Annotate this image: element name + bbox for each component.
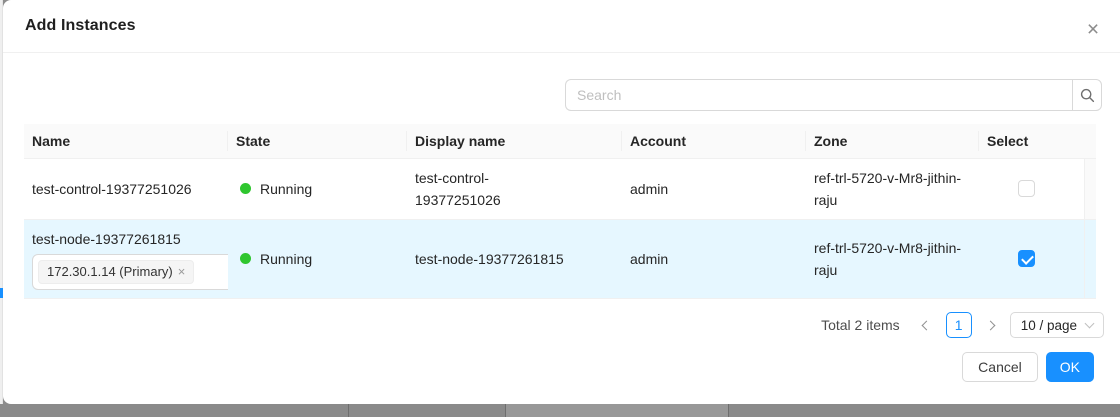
- modal-title: Add Instances: [25, 17, 136, 35]
- scrollbar-gutter: [1084, 158, 1096, 219]
- modal-header: Add Instances: [3, 0, 1120, 53]
- pagination: Total 2 items 1 10 / page: [821, 312, 1104, 338]
- modal-footer: Cancel OK: [962, 352, 1094, 382]
- display-name-cell: test-control-19377251026: [407, 158, 622, 219]
- backdrop-block: [505, 404, 728, 417]
- search-icon: [1079, 87, 1096, 104]
- column-header-state[interactable]: State: [228, 124, 407, 158]
- chevron-left-icon: [922, 320, 932, 330]
- state-cell: Running: [228, 158, 407, 219]
- scrollbar-gutter: [1084, 124, 1096, 158]
- ip-tag-label: 172.30.1.14 (Primary): [47, 264, 173, 279]
- table-row[interactable]: test-control-19377251026 Running test-co…: [24, 158, 1096, 219]
- table-row[interactable]: test-node-19377261815 172.30.1.14 (Prima…: [24, 219, 1096, 298]
- table-header-row: Name State Display name Account Zone Sel…: [24, 124, 1096, 158]
- state-label: Running: [260, 181, 312, 197]
- select-cell: [979, 219, 1084, 298]
- ok-button[interactable]: OK: [1046, 352, 1094, 382]
- backdrop-divider: [348, 404, 349, 417]
- account-cell: admin: [622, 219, 806, 298]
- nic-select-input[interactable]: 172.30.1.14 (Primary) ×: [32, 254, 234, 290]
- state-label: Running: [260, 251, 312, 267]
- search-group: [565, 79, 1102, 111]
- search-button[interactable]: [1072, 79, 1102, 111]
- running-status-icon: [240, 183, 251, 194]
- select-cell: [979, 158, 1084, 219]
- page-number-button[interactable]: 1: [946, 312, 972, 338]
- chevron-down-icon: [1085, 318, 1095, 328]
- column-header-name[interactable]: Name: [24, 124, 228, 158]
- instances-table: Name State Display name Account Zone Sel…: [24, 124, 1096, 299]
- close-icon[interactable]: ×: [1078, 14, 1108, 44]
- ip-tag: 172.30.1.14 (Primary) ×: [38, 260, 194, 284]
- scrollbar-gutter: [1084, 219, 1096, 298]
- running-status-icon: [240, 253, 251, 264]
- row-checkbox-checked[interactable]: [1018, 250, 1035, 267]
- row-checkbox-unchecked[interactable]: [1018, 180, 1035, 197]
- name-cell: test-control-19377251026: [24, 158, 228, 219]
- tag-close-icon[interactable]: ×: [178, 265, 186, 278]
- zone-cell: ref-trl-5720-v-Mr8-jithin-raju: [806, 158, 979, 219]
- prev-page-button[interactable]: [916, 312, 938, 338]
- backdrop-divider: [728, 404, 729, 417]
- column-header-account[interactable]: Account: [622, 124, 806, 158]
- search-input[interactable]: [565, 79, 1072, 111]
- state-cell: Running: [228, 219, 407, 298]
- page-size-select[interactable]: 10 / page: [1010, 312, 1104, 338]
- chevron-right-icon: [986, 320, 996, 330]
- backdrop-divider: [505, 404, 506, 417]
- next-page-button[interactable]: [980, 312, 1002, 338]
- display-name-cell: test-node-19377261815: [407, 219, 622, 298]
- page-size-value: 10 / page: [1021, 318, 1077, 333]
- add-instances-modal: Add Instances × Name State Displ: [3, 0, 1120, 404]
- name-cell: test-node-19377261815 172.30.1.14 (Prima…: [24, 219, 228, 298]
- column-header-display-name[interactable]: Display name: [407, 124, 622, 158]
- column-header-select[interactable]: Select: [979, 124, 1084, 158]
- cancel-button[interactable]: Cancel: [962, 352, 1038, 382]
- column-header-zone[interactable]: Zone: [806, 124, 979, 158]
- account-cell: admin: [622, 158, 806, 219]
- pagination-total: Total 2 items: [821, 317, 900, 333]
- zone-cell: ref-trl-5720-v-Mr8-jithin-raju: [806, 219, 979, 298]
